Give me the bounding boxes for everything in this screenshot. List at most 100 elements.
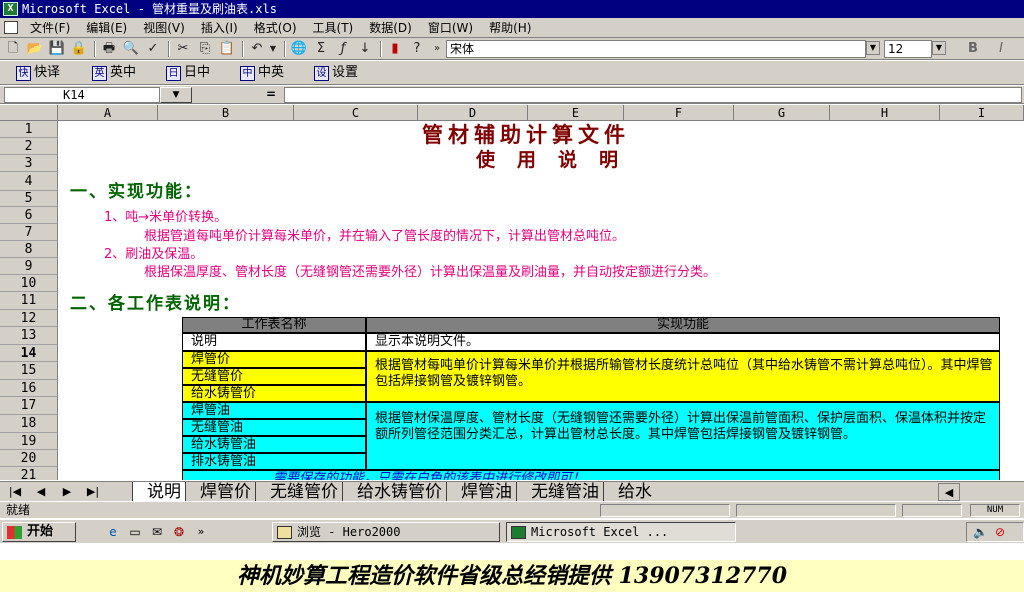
spelling-icon[interactable]: ✓ [144,41,162,57]
cut-icon[interactable]: ✂ [174,41,192,57]
sort-ascending-icon[interactable]: ↓ [356,41,374,57]
font-name-select[interactable]: 宋体 [446,40,866,58]
row-header[interactable]: 21 [0,467,58,480]
row-header[interactable]: 3 [0,155,58,172]
print-icon[interactable]: 🖶 [100,41,118,57]
document-icon[interactable] [4,21,18,34]
first-sheet-icon[interactable]: |◀ [4,483,26,501]
volume-icon[interactable]: 🔈 [973,525,988,539]
settings-icon: 设 [314,65,329,81]
permission-icon[interactable]: 🔒 [70,41,88,57]
table-row-function: 显示本说明文件。 [366,333,1000,351]
window-titlebar: X Microsoft Excel - 管材重量及刷油表.xls [0,0,1024,18]
chart-wizard-icon[interactable]: ▮ [386,41,404,57]
desktop-icon[interactable]: ▭ [126,524,144,540]
italic-button[interactable]: I [992,41,1010,57]
row-header[interactable]: 12 [0,310,58,327]
row-header[interactable]: 19 [0,433,58,450]
worksheet-grid[interactable]: A B C D E F G H I 1 2 3 4 5 6 7 8 9 10 11 12 13 14 15 1… [0,105,1024,480]
column-header-b[interactable]: B [158,105,294,121]
quick-translate-button[interactable]: 快快译 [16,64,60,82]
menu-item[interactable]: 格式(O) [246,18,305,38]
menu-item[interactable]: 窗口(W) [420,18,481,38]
row-header[interactable]: 8 [0,241,58,258]
menu-item[interactable]: 工具(T) [305,18,362,38]
row-header[interactable]: 1 [0,121,58,138]
font-name-dropdown-icon[interactable]: ▼ [866,41,880,55]
network-icon[interactable]: ⊘ [995,525,1005,539]
menu-item[interactable]: 插入(I) [193,18,246,38]
last-sheet-icon[interactable]: ▶| [82,483,104,501]
ja-zh-button[interactable]: 日日中 [166,64,210,82]
outlook-icon[interactable]: ✉ [148,524,166,540]
sheet-tab[interactable]: 无缝管价 [255,482,342,502]
function-icon[interactable]: ƒ [334,41,352,57]
bold-button[interactable]: B [964,41,982,57]
menu-item[interactable]: 编辑(E) [78,18,135,38]
edit-formula-button[interactable]: = [260,87,282,103]
row-header[interactable]: 17 [0,397,58,415]
help-icon[interactable]: ? [408,41,426,57]
sheet-tab[interactable]: 焊管价 [185,482,255,502]
column-header-f[interactable]: F [624,105,734,121]
row-header[interactable]: 2 [0,138,58,155]
sheet-tab[interactable]: 给水铸管价 [342,482,446,502]
tab-scroll-left-icon[interactable]: ◀ [938,483,960,501]
channel-icon[interactable]: ❂ [170,524,188,540]
column-header-a[interactable]: A [58,105,158,121]
row-header[interactable]: 14 [0,345,58,362]
sheet-tab[interactable]: 给水 [603,482,656,502]
hyperlink-icon[interactable]: 🌐 [290,41,308,57]
row-header[interactable]: 13 [0,327,58,345]
row-header[interactable]: 15 [0,362,58,380]
ie-icon[interactable]: e [104,524,122,540]
autosum-icon[interactable]: Σ [312,41,330,57]
column-header-c[interactable]: C [294,105,418,121]
zh-en-button[interactable]: 中中英 [240,64,284,82]
next-sheet-icon[interactable]: ▶ [56,483,78,501]
print-preview-icon[interactable]: 🔍 [122,41,140,57]
menu-item[interactable]: 帮助(H) [481,18,539,38]
formula-input[interactable] [284,87,1022,103]
column-header-i[interactable]: I [940,105,1024,121]
row-header[interactable]: 20 [0,450,58,467]
menu-item[interactable]: 数据(D) [361,18,420,38]
row-header[interactable]: 11 [0,292,58,310]
table-row-name: 给水铸管价 [182,385,366,402]
row-header[interactable]: 16 [0,380,58,397]
row-header[interactable]: 6 [0,207,58,224]
column-header-g[interactable]: G [734,105,830,121]
settings-button[interactable]: 设设置 [314,64,358,82]
row-header[interactable]: 18 [0,415,58,433]
sheet-tab[interactable]: 无缝管油 [516,482,603,502]
more-buttons-icon[interactable]: » [428,41,446,57]
select-all-corner[interactable] [0,105,58,121]
task-browser[interactable]: 浏览 - Hero2000 [272,522,500,542]
new-file-icon[interactable]: 🗋 [4,41,22,57]
paste-icon[interactable]: 📋 [218,41,236,57]
en-zh-button[interactable]: 英英中 [92,64,136,82]
row-header[interactable]: 4 [0,172,58,191]
name-box-dropdown-icon[interactable]: ▼ [160,87,192,103]
menu-item[interactable]: 视图(V) [135,18,193,38]
row-header[interactable]: 7 [0,224,58,241]
open-folder-icon[interactable]: 📂 [26,41,44,57]
column-header-h[interactable]: H [830,105,940,121]
sheet-tab-active[interactable]: 说明 [132,482,185,502]
undo-dropdown-icon[interactable]: ▼ [264,41,282,57]
sheet-tab[interactable]: 焊管油 [446,482,516,502]
task-excel[interactable]: Microsoft Excel ... [506,522,736,542]
menu-item[interactable]: 文件(F) [22,18,78,38]
row-header[interactable]: 9 [0,258,58,275]
start-button[interactable]: 开始 [2,522,76,542]
prev-sheet-icon[interactable]: ◀ [30,483,52,501]
row-header[interactable]: 10 [0,275,58,292]
font-size-select[interactable]: 12 [884,40,932,58]
excel-app-icon[interactable]: X [3,2,18,16]
save-icon[interactable]: 💾 [48,41,66,57]
name-box[interactable]: K14 [4,87,160,103]
font-size-dropdown-icon[interactable]: ▼ [932,41,946,55]
row-header[interactable]: 5 [0,191,58,207]
copy-icon[interactable]: ⎘ [196,41,214,57]
quick-launch-more-icon[interactable]: » [192,524,210,540]
